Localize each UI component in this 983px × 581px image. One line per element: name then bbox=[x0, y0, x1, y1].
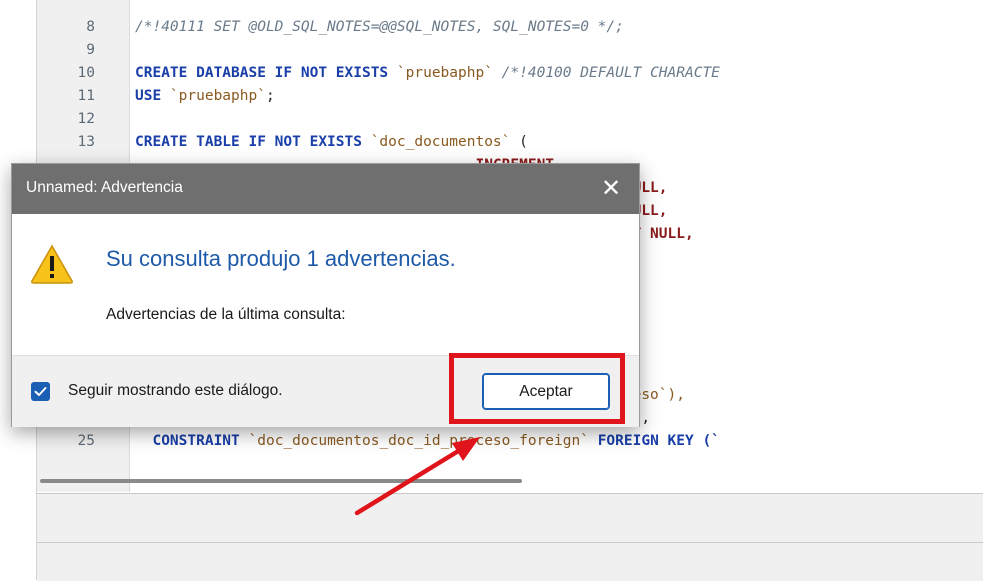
check-icon bbox=[34, 387, 47, 396]
code-text: /*!40111 SET @OLD_SQL_NOTES=@@SQL_NOTES,… bbox=[135, 16, 624, 39]
code-token: CONSTRAINT bbox=[135, 433, 249, 449]
pane-divider[interactable] bbox=[37, 542, 983, 543]
close-icon[interactable]: ✕ bbox=[598, 176, 624, 202]
code-text: USE `pruebaphp`; bbox=[135, 85, 275, 108]
code-token: ; bbox=[265, 88, 275, 104]
code-token: `doc_documentos_doc_id_proceso_foreign` bbox=[248, 433, 589, 449]
dialog-subtext: Advertencias de la última consulta: bbox=[106, 306, 346, 323]
horizontal-scrollbar[interactable] bbox=[40, 479, 522, 483]
line-number: 12 bbox=[77, 111, 95, 127]
code-text: CREATE TABLE IF NOT EXISTS `doc_document… bbox=[135, 131, 528, 154]
code-token: `pruebaphp` bbox=[396, 65, 493, 81]
highlight-box bbox=[449, 353, 625, 424]
code-token: CREATE TABLE IF NOT EXISTS bbox=[135, 134, 371, 150]
line-number: 8 bbox=[86, 19, 95, 35]
show-dialog-checkbox[interactable] bbox=[31, 382, 50, 401]
warning-icon bbox=[31, 244, 73, 284]
code-token: FOREIGN KEY (` bbox=[588, 433, 720, 449]
code-token: `pruebaphp` bbox=[169, 88, 266, 104]
code-token: /*!40111 SET @OLD_SQL_NOTES=@@SQL_NOTES,… bbox=[135, 19, 624, 35]
code-token: CREATE DATABASE IF NOT EXISTS bbox=[135, 65, 397, 81]
result-pane bbox=[37, 493, 983, 581]
code-text: CONSTRAINT `doc_documentos_doc_id_proces… bbox=[135, 430, 720, 453]
code-token: `doc_documentos` bbox=[370, 134, 511, 150]
dialog-title: Unnamed: Advertencia bbox=[26, 179, 183, 196]
code-token: /*!40100 DEFAULT CHARACTE bbox=[492, 65, 720, 81]
dialog-headline: Su consulta produjo 1 advertencias. bbox=[106, 246, 456, 271]
line-number: 11 bbox=[77, 88, 95, 104]
line-number: 13 bbox=[77, 134, 95, 150]
dialog-titlebar: Unnamed: Advertencia ✕ bbox=[12, 164, 639, 214]
code-text: CREATE DATABASE IF NOT EXISTS `pruebaphp… bbox=[135, 62, 720, 85]
checkbox-label[interactable]: Seguir mostrando este diálogo. bbox=[68, 382, 283, 400]
line-number: 9 bbox=[86, 42, 95, 58]
line-number: 25 bbox=[77, 433, 95, 449]
code-token: ( bbox=[510, 134, 528, 150]
line-number: 10 bbox=[77, 65, 95, 81]
code-token: USE bbox=[135, 88, 170, 104]
